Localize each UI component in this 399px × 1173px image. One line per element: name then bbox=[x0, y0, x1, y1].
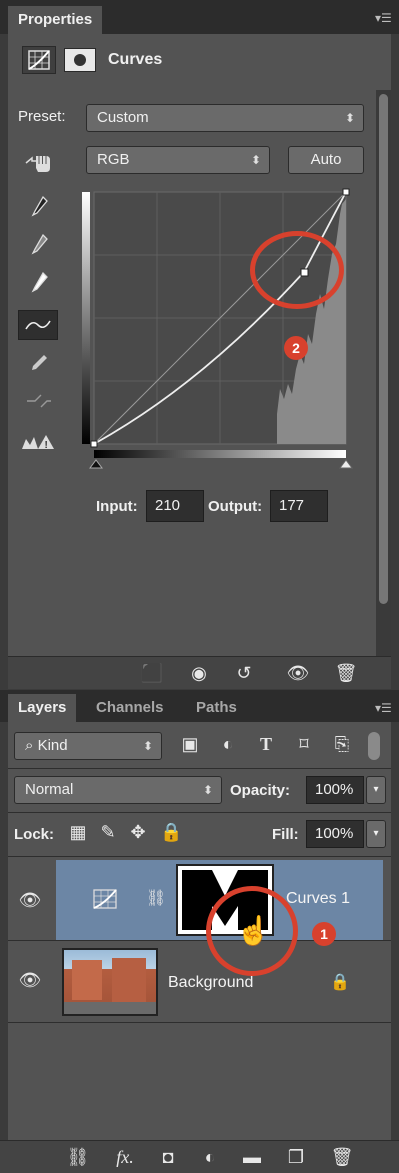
tab-properties[interactable]: Properties bbox=[8, 6, 103, 34]
new-layer-icon[interactable]: ❐ bbox=[284, 1147, 308, 1168]
blend-mode-value: Normal bbox=[25, 781, 74, 798]
pencil-icon[interactable] bbox=[22, 350, 56, 376]
input-label: Input: bbox=[96, 498, 138, 515]
annotation-badge-1: 1 bbox=[312, 922, 336, 946]
trash-icon[interactable]: 🗑 bbox=[330, 1147, 354, 1168]
layer-name-curves[interactable]: Curves 1 bbox=[286, 890, 350, 908]
layer-name-background[interactable]: Background bbox=[168, 974, 253, 992]
layers-tabbar: Layers Channels Paths ▾☰ bbox=[0, 690, 399, 722]
lock-image-pixels-icon[interactable]: ✎ bbox=[98, 822, 118, 843]
properties-footer: ⬛ ◉ ↺ 👁 🗑 bbox=[8, 656, 391, 689]
pixel-layer-filter-icon[interactable]: ▣ bbox=[178, 734, 202, 755]
lock-all-icon[interactable]: 🔒 bbox=[160, 822, 182, 843]
black-point-eyedropper-icon[interactable] bbox=[22, 194, 56, 220]
properties-scrollbar[interactable] bbox=[376, 90, 391, 664]
visibility-icon[interactable]: 👁 bbox=[286, 663, 310, 684]
eye-icon[interactable]: 👁 bbox=[18, 970, 42, 991]
layer-row-background[interactable]: 👁 Background 🔒 bbox=[8, 942, 391, 1023]
channel-value: RGB bbox=[97, 151, 130, 168]
divider bbox=[8, 768, 391, 769]
curves-graph[interactable] bbox=[72, 184, 372, 504]
layers-panel-menu-icon[interactable]: ▾☰ bbox=[375, 702, 392, 714]
layer-mask-icon[interactable] bbox=[64, 48, 96, 72]
annotation-badge-2: 2 bbox=[284, 336, 308, 360]
lock-transparent-pixels-icon[interactable]: ▦ bbox=[68, 822, 88, 843]
opacity-dropdown-arrow[interactable]: ▾ bbox=[366, 776, 386, 804]
panel-menu-icon[interactable]: ▾☰ bbox=[375, 12, 392, 24]
auto-button[interactable]: Auto bbox=[288, 146, 364, 174]
adjustment-layer-filter-icon[interactable]: ◐ bbox=[216, 734, 240, 755]
eye-icon[interactable]: 👁 bbox=[18, 890, 42, 911]
output-label: Output: bbox=[208, 498, 263, 515]
reset-icon[interactable]: ↺ bbox=[232, 663, 256, 684]
clipping-warning-icon[interactable]: ! bbox=[18, 428, 58, 454]
chain-link-icon[interactable]: ⛓ bbox=[146, 888, 166, 908]
opacity-field[interactable]: 100% bbox=[306, 776, 364, 804]
fx-icon[interactable]: fx. bbox=[108, 1147, 142, 1168]
curve-point-tool-icon[interactable] bbox=[18, 310, 58, 340]
blend-mode-dropdown[interactable]: Normal ⬍ bbox=[14, 776, 222, 804]
view-previous-icon[interactable]: ◉ bbox=[184, 663, 214, 684]
background-layer-thumbnail[interactable] bbox=[62, 948, 158, 1016]
preset-label: Preset: bbox=[18, 108, 66, 125]
folder-icon[interactable]: ▬ bbox=[240, 1147, 264, 1168]
updown-arrow-icon: ⬍ bbox=[202, 783, 213, 797]
annotation-circle-2 bbox=[250, 231, 344, 309]
updown-arrow-icon: ⬍ bbox=[344, 111, 355, 125]
curves-adjustment-icon[interactable] bbox=[22, 46, 56, 74]
lock-position-icon[interactable]: ✥ bbox=[128, 822, 148, 843]
properties-tabbar: Properties ▾☰ bbox=[0, 0, 399, 34]
updown-arrow-icon: ⬍ bbox=[142, 739, 153, 753]
hand-cursor-icon: ☝ bbox=[236, 915, 271, 946]
smooth-curve-icon[interactable] bbox=[22, 388, 56, 414]
channel-dropdown[interactable]: RGB ⬍ bbox=[86, 146, 270, 174]
input-field[interactable]: 210 bbox=[146, 490, 204, 522]
link-icon[interactable]: ⛓ bbox=[66, 1147, 90, 1168]
shape-layer-filter-icon[interactable]: ⌑ bbox=[292, 734, 316, 755]
smart-object-filter-icon[interactable]: ⎘ bbox=[330, 734, 354, 755]
fill-dropdown-arrow[interactable]: ▾ bbox=[366, 820, 386, 848]
search-icon: ⌕ bbox=[25, 737, 38, 754]
tab-channels[interactable]: Channels bbox=[96, 694, 164, 722]
lock-icon: 🔒 bbox=[330, 974, 350, 991]
targeted-adjustment-hand-icon[interactable] bbox=[22, 150, 56, 176]
divider bbox=[8, 856, 391, 857]
layers-panel: ⌕ Kind ⬍ ▣ ◐ T ⌑ ⎘ Normal ⬍ Opacity: 100… bbox=[8, 722, 391, 1140]
adjustment-icon[interactable]: ◐ bbox=[198, 1147, 222, 1168]
layers-footer: ⛓ fx. ◘ ◐ ▬ ❐ 🗑 bbox=[0, 1140, 399, 1173]
tab-paths[interactable]: Paths bbox=[196, 694, 237, 722]
adjustment-title: Curves bbox=[108, 51, 163, 68]
opacity-label: Opacity: bbox=[230, 782, 291, 799]
trash-icon[interactable]: 🗑 bbox=[334, 663, 358, 684]
curves-layer-icon bbox=[92, 888, 118, 910]
filter-kind-dropdown[interactable]: ⌕ Kind ⬍ bbox=[14, 732, 162, 760]
updown-arrow-icon: ⬍ bbox=[250, 153, 261, 167]
divider bbox=[8, 812, 391, 813]
white-point-eyedropper-icon[interactable] bbox=[22, 270, 56, 296]
gray-point-eyedropper-icon[interactable] bbox=[22, 232, 56, 258]
filter-toggle[interactable] bbox=[368, 732, 380, 760]
properties-panel: Curves Preset: Custom ⬍ RGB ⬍ Auto ! Inp… bbox=[8, 34, 391, 664]
properties-scroll-thumb[interactable] bbox=[379, 94, 388, 604]
preset-value: Custom bbox=[97, 109, 149, 126]
mask-icon[interactable]: ◘ bbox=[156, 1147, 180, 1168]
svg-text:!: ! bbox=[45, 440, 48, 451]
filter-kind-value: Kind bbox=[37, 737, 68, 754]
clip-to-layer-icon[interactable]: ⬛ bbox=[140, 663, 164, 684]
output-field[interactable]: 177 bbox=[270, 490, 328, 522]
type-layer-filter-icon[interactable]: T bbox=[254, 734, 278, 755]
tab-layers[interactable]: Layers bbox=[8, 694, 77, 722]
lock-label: Lock: bbox=[14, 826, 55, 843]
preset-dropdown[interactable]: Custom ⬍ bbox=[86, 104, 364, 132]
fill-label: Fill: bbox=[272, 826, 299, 843]
fill-field[interactable]: 100% bbox=[306, 820, 364, 848]
